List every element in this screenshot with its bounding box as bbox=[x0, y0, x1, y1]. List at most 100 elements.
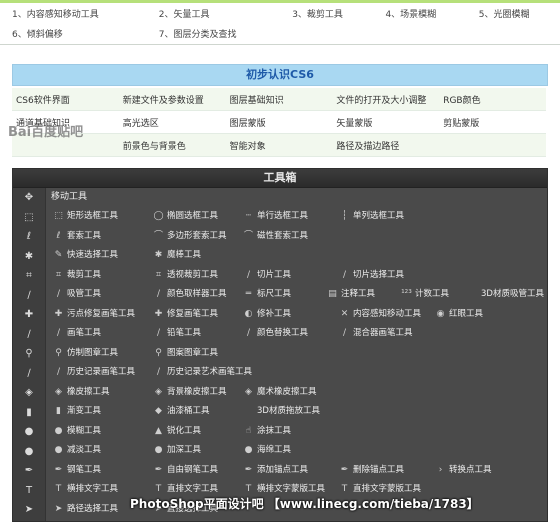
tool-item[interactable]: T 横排文字工具 bbox=[53, 482, 118, 496]
tool-item[interactable]: ● 模糊工具 bbox=[53, 424, 101, 438]
sidebar-tool-icon[interactable]: ✱ bbox=[22, 250, 36, 264]
tool-item[interactable]: ∕ 颜色取样器工具 bbox=[153, 287, 227, 301]
tool-item[interactable]: ⚲ 图案图章工具 bbox=[153, 346, 218, 360]
tool-item[interactable]: ◈ 橡皮擦工具 bbox=[53, 385, 109, 399]
topic-link[interactable]: 高光选区 bbox=[118, 110, 226, 134]
tool-item[interactable]: ▲ 锐化工具 bbox=[153, 424, 201, 438]
tool-item[interactable]: ● 减淡工具 bbox=[53, 443, 101, 457]
topic-link[interactable]: 路径及描边路径 bbox=[332, 133, 440, 157]
tool-item[interactable]: 3D材质吸管工具 bbox=[467, 287, 544, 301]
tool-item[interactable]: ℓ 套索工具 bbox=[53, 229, 101, 243]
feature-item[interactable]: 4、场景模糊 bbox=[373, 3, 466, 23]
tool-icon: ¹²³ bbox=[401, 289, 412, 299]
tool-item[interactable]: ¹²³ 计数工具 bbox=[401, 287, 449, 301]
topic-link[interactable]: 图层基础知识 bbox=[225, 88, 333, 111]
sidebar-tool-icon[interactable]: ● bbox=[22, 425, 36, 439]
tool-item[interactable]: 3D材质拖放工具 bbox=[243, 404, 320, 418]
tool-item[interactable]: T 横排文字蒙版工具 bbox=[243, 482, 325, 496]
feature-item[interactable]: 7、图层分类及查找 bbox=[147, 23, 280, 43]
tool-item[interactable]: ✚ 修复画笔工具 bbox=[153, 307, 218, 321]
tool-item[interactable]: ✒ 删除锚点工具 bbox=[339, 463, 404, 477]
sidebar-tool-icon[interactable]: ℓ bbox=[22, 230, 36, 244]
sidebar-tool-icon[interactable]: ✚ bbox=[22, 308, 36, 322]
sidebar-tool-icon[interactable]: ● bbox=[22, 445, 36, 459]
tool-item[interactable]: T 直排文字蒙版工具 bbox=[339, 482, 421, 496]
topic-link[interactable]: RGB颜色 bbox=[439, 88, 546, 111]
move-tool-label[interactable]: 移动工具 bbox=[51, 190, 87, 204]
tool-item[interactable]: ∕ 混合器画笔工具 bbox=[339, 326, 413, 340]
tieba-watermark: Bai百度贴吧 bbox=[8, 125, 84, 140]
sidebar-tool-icon[interactable]: ✒ bbox=[22, 464, 36, 478]
tool-item[interactable]: ✒ 自由钢笔工具 bbox=[153, 463, 218, 477]
sidebar-tool-icon[interactable]: ⚲ bbox=[22, 347, 36, 361]
topic-link[interactable]: 新建文件及参数设置 bbox=[118, 88, 226, 111]
tool-item[interactable]: ∕ 颜色替换工具 bbox=[243, 326, 308, 340]
tool-item[interactable]: ∕ 吸管工具 bbox=[53, 287, 101, 301]
tool-label: 矩形选框工具 bbox=[67, 211, 119, 221]
sidebar-tool-icon[interactable]: ∕ bbox=[22, 328, 36, 342]
tool-item[interactable]: ◐ 修补工具 bbox=[243, 307, 291, 321]
tool-item[interactable]: ✒ 添加锚点工具 bbox=[243, 463, 308, 477]
sidebar-tool-icon[interactable]: ∕ bbox=[22, 289, 36, 303]
tool-item[interactable]: ∕ 切片工具 bbox=[243, 268, 291, 282]
tool-item[interactable]: ◯ 椭圆选框工具 bbox=[153, 209, 218, 223]
tool-item[interactable]: ✕ 内容感知移动工具 bbox=[339, 307, 421, 321]
tool-item[interactable]: ✱ 魔棒工具 bbox=[153, 248, 201, 262]
tool-icon: ∕ bbox=[156, 328, 161, 338]
topic-link[interactable]: 文件的打开及大小调整 bbox=[332, 88, 440, 111]
topic-link[interactable]: 矢量蒙版 bbox=[332, 110, 440, 134]
topic-link[interactable]: CS6软件界面 bbox=[12, 88, 119, 111]
tool-item[interactable]: ⌒ 磁性套索工具 bbox=[243, 229, 308, 243]
tool-item[interactable]: ∕ 历史记录艺术画笔工具 bbox=[153, 365, 252, 379]
topic-link[interactable]: 剪贴蒙版 bbox=[439, 110, 546, 134]
tool-label: 魔术橡皮擦工具 bbox=[257, 386, 317, 397]
topic-link[interactable]: 图层蒙版 bbox=[225, 110, 333, 134]
tool-label: 魔棒工具 bbox=[167, 250, 202, 260]
feature-item[interactable]: 6、倾斜偏移 bbox=[0, 23, 147, 43]
tool-item[interactable]: ▮ 渐变工具 bbox=[53, 404, 101, 418]
tool-item[interactable]: ● 加深工具 bbox=[153, 443, 201, 457]
tool-item[interactable]: ∕ 历史记录画笔工具 bbox=[53, 365, 135, 379]
sidebar-tool-icon[interactable]: T bbox=[22, 484, 36, 498]
tool-item[interactable]: ┆ 单列选框工具 bbox=[339, 209, 404, 223]
feature-item[interactable]: 2、矢量工具 bbox=[147, 3, 280, 23]
sidebar-tool-icon[interactable]: ▮ bbox=[22, 406, 36, 420]
feature-item[interactable]: 5、光圈模糊 bbox=[467, 3, 560, 23]
feature-item[interactable]: 3、裁剪工具 bbox=[280, 3, 373, 23]
tool-item[interactable]: ⌗ 透视裁剪工具 bbox=[153, 268, 218, 282]
topic-link[interactable]: 前景色与背景色 bbox=[118, 133, 226, 157]
tool-item[interactable]: ✎ 快速选择工具 bbox=[53, 248, 118, 262]
tool-item[interactable]: T 直排文字工具 bbox=[153, 482, 218, 496]
sidebar-tool-icon[interactable]: ✥ bbox=[22, 191, 36, 205]
sidebar-tool-icon[interactable]: ⌗ bbox=[22, 269, 36, 283]
tool-item[interactable]: ⬚ 矩形选框工具 bbox=[53, 209, 118, 223]
tool-item[interactable]: ⚲ 仿制图章工具 bbox=[53, 346, 118, 360]
tool-item[interactable]: ┄ 单行选框工具 bbox=[243, 209, 308, 223]
tool-label: 图案图章工具 bbox=[167, 347, 219, 358]
tool-icon: ⌒ bbox=[243, 230, 253, 241]
tool-item[interactable]: ● 海绵工具 bbox=[243, 443, 291, 457]
tool-item[interactable]: ➤ 路径选择工具 bbox=[53, 502, 118, 516]
topic-link[interactable]: 智能对象 bbox=[225, 133, 333, 157]
tool-item[interactable]: ∕ 铅笔工具 bbox=[153, 326, 201, 340]
tool-item[interactable]: ▤ 注释工具 bbox=[327, 287, 375, 301]
tool-item[interactable]: ⌗ 裁剪工具 bbox=[53, 268, 101, 282]
tool-item[interactable]: ∕ 画笔工具 bbox=[53, 326, 101, 340]
tool-item[interactable]: ◆ 油漆桶工具 bbox=[153, 404, 209, 418]
sidebar-tool-icon[interactable]: ⬚ bbox=[22, 211, 36, 225]
tool-item[interactable]: ◈ 魔术橡皮擦工具 bbox=[243, 385, 317, 399]
sidebar-tool-icon[interactable]: ➤ bbox=[22, 503, 36, 517]
tool-item[interactable]: ◈ 背景橡皮擦工具 bbox=[153, 385, 226, 399]
tool-icon: ✚ bbox=[154, 308, 163, 319]
tool-item[interactable]: ═ 标尺工具 bbox=[243, 287, 291, 301]
tool-item[interactable]: › 转换点工具 bbox=[435, 463, 492, 477]
sidebar-tool-icon[interactable]: ◈ bbox=[22, 386, 36, 400]
tool-item[interactable]: ◉ 红眼工具 bbox=[435, 307, 483, 321]
sidebar-tool-icon[interactable]: ∕ bbox=[22, 367, 36, 381]
tool-item[interactable]: ✒ 钢笔工具 bbox=[53, 463, 101, 477]
tool-item[interactable]: ✚ 污点修复画笔工具 bbox=[53, 307, 135, 321]
tool-item[interactable]: ⌒ 多边形套索工具 bbox=[153, 229, 227, 243]
tool-item[interactable]: ∕ 切片选择工具 bbox=[339, 268, 404, 282]
tool-item[interactable]: ☝ 涂抹工具 bbox=[243, 424, 291, 438]
feature-item[interactable]: 1、内容感知移动工具 bbox=[0, 3, 147, 23]
